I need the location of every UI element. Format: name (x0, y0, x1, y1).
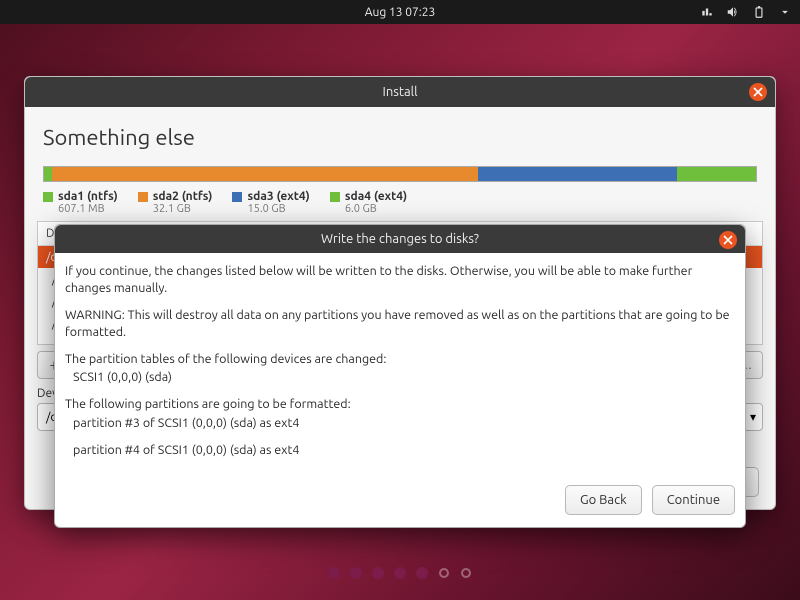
dialog-title: Write the changes to disks? (321, 232, 479, 246)
progress-dot (329, 568, 339, 578)
swatch-icon (330, 192, 340, 202)
legend-item: sda2 (ntfs) 32.1 GB (138, 190, 213, 215)
top-bar: Aug 13 07:23 (0, 0, 800, 24)
swatch-icon (138, 192, 148, 202)
page-title: Something else (25, 107, 775, 160)
confirm-dialog: Write the changes to disks? If you conti… (54, 224, 746, 528)
partition-seg-sda3 (478, 167, 677, 181)
legend-item: sda1 (ntfs) 607.1 MB (43, 190, 118, 215)
window-title: Install (383, 85, 418, 99)
progress-dots (0, 568, 800, 578)
close-icon[interactable] (719, 231, 737, 249)
datetime: Aug 13 07:23 (365, 6, 436, 19)
dialog-titlebar: Write the changes to disks? (55, 225, 745, 253)
legend-item: sda4 (ext4) 6.0 GB (330, 190, 407, 215)
swatch-icon (43, 192, 53, 202)
dialog-footer: Go Back Continue (55, 477, 745, 527)
dialog-para: The following partitions are going to be… (65, 396, 735, 413)
network-icon[interactable] (700, 5, 714, 19)
partition-seg-sda4 (677, 167, 756, 181)
progress-dot (395, 568, 405, 578)
swatch-icon (232, 192, 242, 202)
continue-button[interactable]: Continue (652, 485, 735, 515)
system-tray (700, 5, 792, 19)
volume-icon[interactable] (726, 5, 740, 19)
dialog-indent: SCSI1 (0,0,0) (sda) (73, 369, 735, 386)
progress-dot (373, 568, 383, 578)
dialog-warning: WARNING: This will destroy all data on a… (65, 307, 735, 341)
dialog-indent: partition #4 of SCSI1 (0,0,0) (sda) as e… (73, 442, 735, 459)
dialog-body: If you continue, the changes listed belo… (55, 253, 745, 477)
chevron-down-icon: ▾ (750, 410, 756, 424)
progress-dot (439, 568, 449, 578)
partition-legend: sda1 (ntfs) 607.1 MB sda2 (ntfs) 32.1 GB… (43, 190, 757, 215)
partition-seg-sda1 (44, 167, 52, 181)
installer-titlebar: Install (25, 77, 775, 107)
close-icon[interactable] (749, 83, 767, 101)
progress-dot (351, 568, 361, 578)
go-back-button[interactable]: Go Back (565, 485, 642, 515)
dialog-para: If you continue, the changes listed belo… (65, 263, 735, 297)
battery-icon[interactable] (752, 5, 766, 19)
legend-item: sda3 (ext4) 15.0 GB (232, 190, 309, 215)
power-icon[interactable] (778, 5, 792, 19)
progress-dot (417, 568, 427, 578)
dialog-indent: partition #3 of SCSI1 (0,0,0) (sda) as e… (73, 415, 735, 432)
progress-dot (461, 568, 471, 578)
partition-bar (43, 166, 757, 182)
dialog-para: The partition tables of the following de… (65, 351, 735, 368)
partition-seg-sda2 (52, 167, 478, 181)
